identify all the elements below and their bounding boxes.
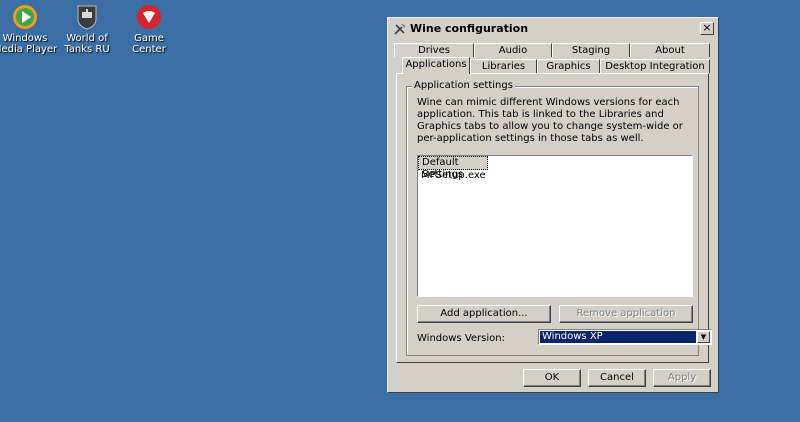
desktop-icon-game-center[interactable]: Game Center	[116, 3, 182, 55]
desktop-icon-label: Windows Media Player	[0, 33, 58, 55]
windows-version-label: Windows Version:	[417, 333, 505, 344]
title-bar[interactable]: Wine configuration ×	[390, 20, 716, 38]
add-application-button[interactable]: Add application...	[417, 305, 551, 323]
list-item-default-settings[interactable]: Default Settings	[418, 156, 488, 180]
media-player-icon	[13, 5, 37, 29]
dropdown-arrow-icon[interactable]: ▼	[697, 331, 710, 343]
desktop-icon-world-of-tanks[interactable]: World of Tanks RU	[54, 3, 120, 55]
tab-drives[interactable]: Drives	[394, 43, 474, 57]
list-item-mpsetup[interactable]: MPSetup.exe	[418, 170, 692, 182]
tab-applications[interactable]: Applications	[402, 57, 470, 74]
application-list[interactable]: Default Settings MPSetup.exe	[417, 155, 693, 297]
tab-about[interactable]: About	[630, 43, 710, 57]
tab-libraries[interactable]: Libraries	[470, 59, 537, 73]
desktop-icon-windows-media-player[interactable]: Windows Media Player	[0, 3, 58, 55]
application-settings-group: Application settings Wine can mimic diff…	[406, 80, 712, 356]
tab-graphics[interactable]: Graphics	[537, 59, 600, 73]
windows-version-value: Windows XP	[540, 331, 696, 343]
tab-staging[interactable]: Staging	[552, 43, 630, 57]
applications-panel: Application settings Wine can mimic diff…	[396, 73, 712, 363]
window-title: Wine configuration	[410, 22, 529, 35]
description-text: Wine can mimic different Windows version…	[417, 97, 683, 144]
tank-icon	[77, 5, 97, 30]
desktop-icon-label: World of Tanks RU	[64, 33, 110, 55]
apply-button[interactable]: Apply	[653, 369, 711, 387]
close-button[interactable]: ×	[700, 22, 714, 35]
tab-audio[interactable]: Audio	[474, 43, 552, 57]
desktop-icon-label: Game Center	[132, 33, 166, 55]
remove-application-button[interactable]: Remove application	[559, 305, 693, 323]
wine-config-window: Wine configuration × Drives Audio Stagin…	[387, 17, 719, 393]
game-center-icon	[137, 5, 161, 29]
group-title: Application settings	[412, 80, 515, 91]
cancel-button[interactable]: Cancel	[588, 369, 646, 387]
ok-button[interactable]: OK	[523, 369, 581, 387]
tab-desktop-integration[interactable]: Desktop Integration	[600, 59, 710, 73]
windows-version-select[interactable]: Windows XP ▼	[538, 329, 712, 345]
wine-tools-icon	[394, 24, 406, 35]
